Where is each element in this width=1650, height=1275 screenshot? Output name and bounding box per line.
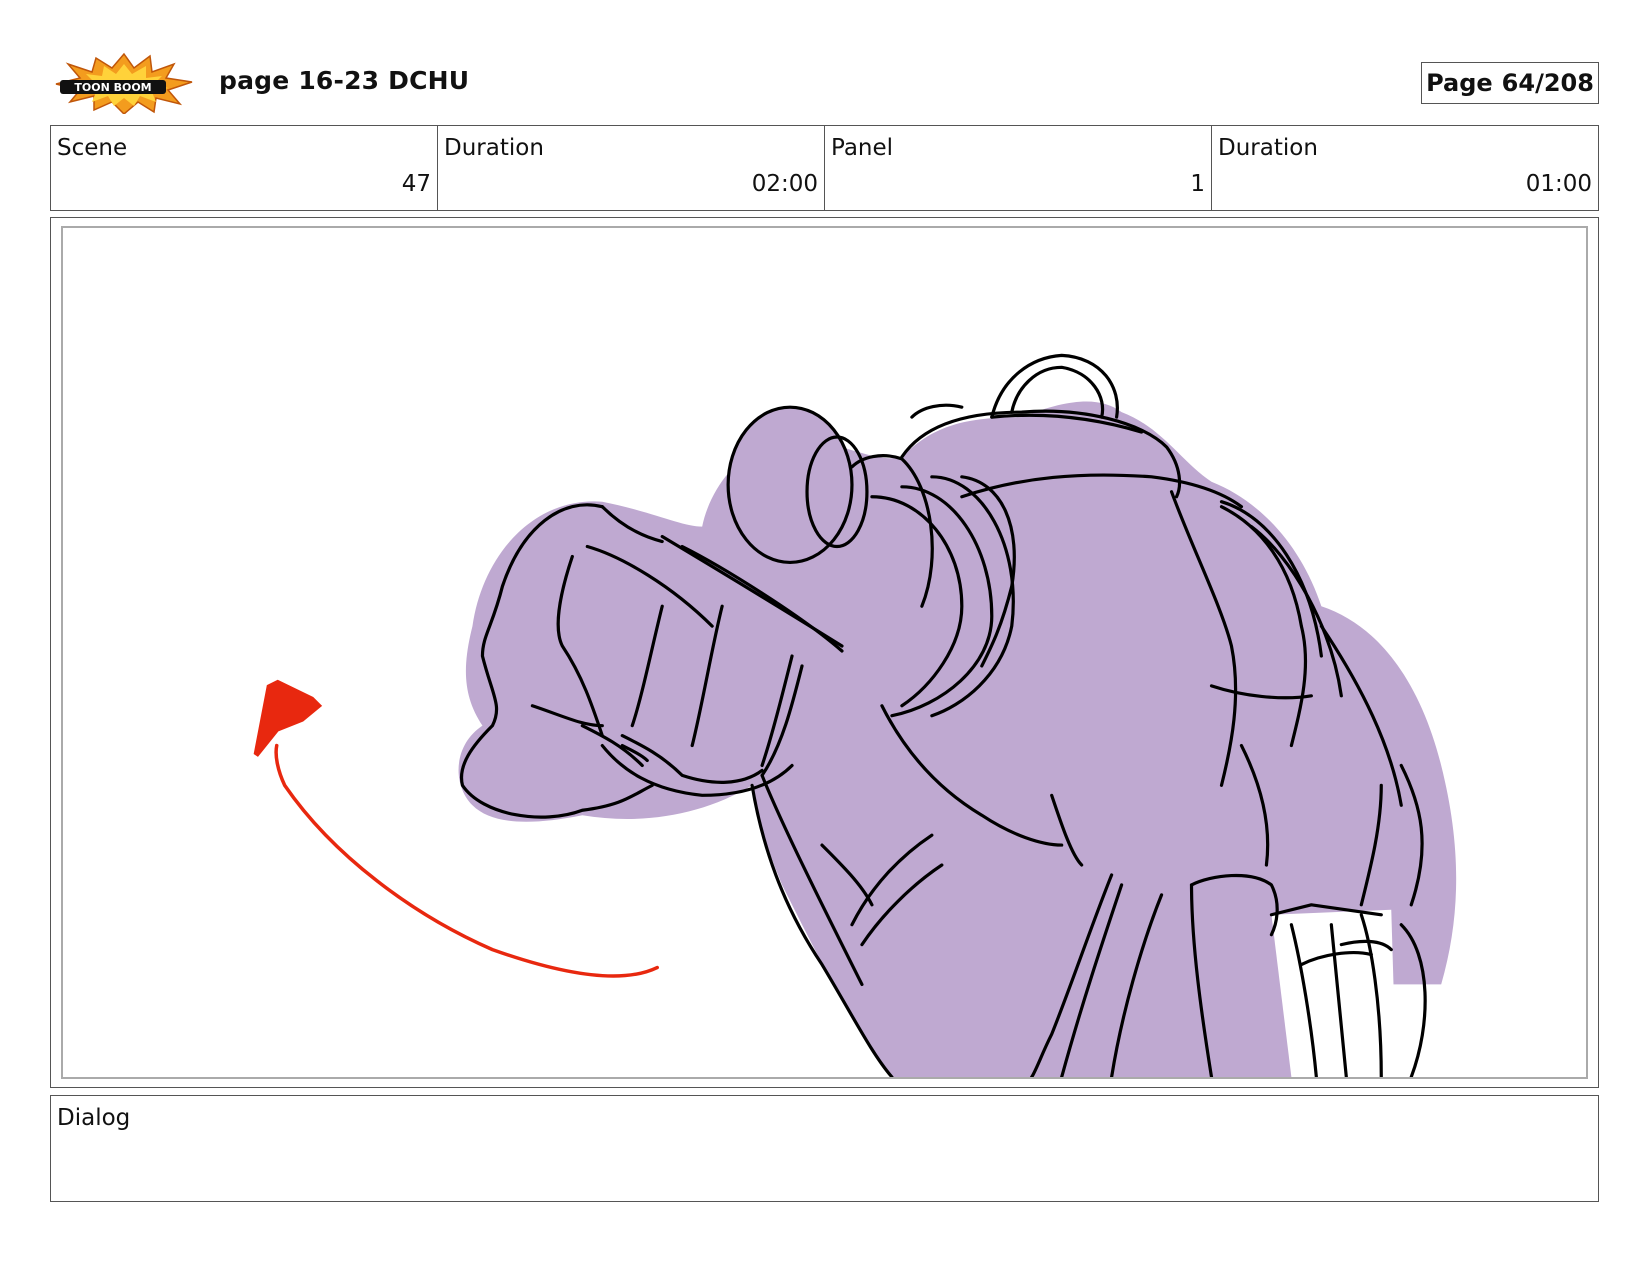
scene-number: 47 [401,171,431,197]
storyboard-panel-frame [50,217,1599,1088]
scene-duration-value: 02:00 [751,171,818,197]
toon-boom-logo: TOON BOOM [54,52,194,116]
panel-cell: Panel 1 [825,126,1212,210]
panel-duration-cell: Duration 01:00 [1212,126,1598,210]
panel-duration-label: Duration [1218,135,1318,161]
scene-duration-cell: Duration 02:00 [438,126,825,210]
page-indicator: Page 64/208 [1421,62,1599,104]
panel-number: 1 [1190,171,1205,197]
document-title: page 16-23 DCHU [219,66,470,95]
storyboard-sketch [253,353,1457,1077]
dialog-label: Dialog [57,1105,131,1131]
svg-text:TOON BOOM: TOON BOOM [74,81,151,94]
burst-icon: TOON BOOM [55,52,193,116]
scene-cell: Scene 47 [51,126,438,210]
panel-label: Panel [831,135,894,161]
page-label: Page [1426,69,1493,97]
scene-duration-label: Duration [444,135,544,161]
dialog-box: Dialog [50,1095,1599,1202]
scene-label: Scene [57,135,128,161]
page-number: 64/208 [1501,69,1594,97]
scene-info-table: Scene 47 Duration 02:00 Panel 1 Duration… [50,125,1599,211]
arrow-head-icon [253,679,323,757]
storyboard-panel [61,226,1588,1079]
panel-duration-value: 01:00 [1525,171,1592,197]
